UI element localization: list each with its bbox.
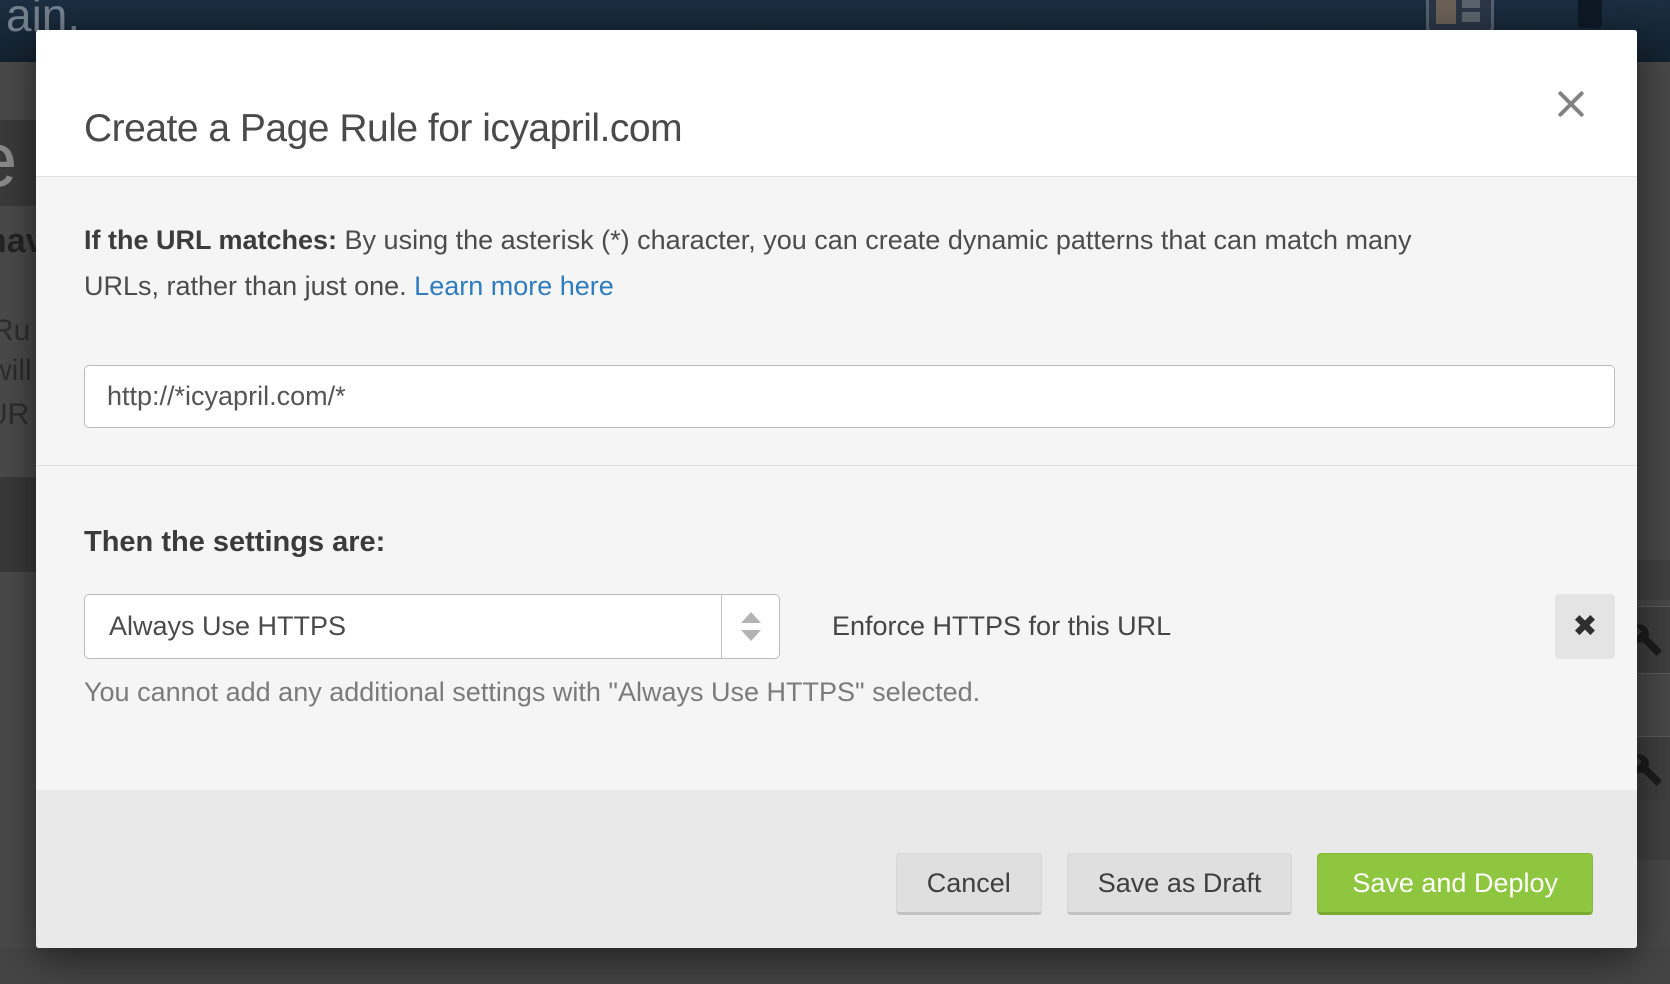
- background-text-fragment: Ru: [0, 314, 30, 348]
- modal-header: Create a Page Rule for icyapril.com: [36, 30, 1637, 177]
- wrench-icon: [1637, 623, 1663, 657]
- heavy-x-icon: ✖: [1572, 609, 1597, 644]
- close-icon[interactable]: [1553, 86, 1589, 122]
- screen: ain. e nav Ru will UR Create a Page: [0, 0, 1670, 984]
- url-match-description: If the URL matches: By using the asteris…: [36, 177, 1512, 309]
- save-and-deploy-button[interactable]: Save and Deploy: [1317, 853, 1593, 915]
- setting-row: Always Use HTTPS Enforce HTTPS for this …: [84, 594, 1615, 659]
- url-pattern-input[interactable]: [84, 365, 1615, 428]
- remove-setting-button[interactable]: ✖: [1555, 594, 1615, 659]
- background-right-strip: [1637, 62, 1670, 948]
- modal-body: If the URL matches: By using the asteris…: [36, 177, 1637, 708]
- save-as-draft-button[interactable]: Save as Draft: [1067, 853, 1293, 915]
- learn-more-link[interactable]: Learn more here: [414, 271, 614, 301]
- background-text-fragment: nav: [0, 222, 36, 261]
- cards-icon: [1426, 0, 1494, 34]
- url-match-label: If the URL matches:: [84, 225, 337, 255]
- wrench-icon: [1637, 753, 1663, 787]
- section-divider: [36, 465, 1637, 466]
- setting-select[interactable]: Always Use HTTPS: [84, 594, 780, 659]
- setting-helper-text: You cannot add any additional settings w…: [36, 659, 1637, 708]
- background-text-fragment: will: [0, 354, 32, 388]
- cancel-button[interactable]: Cancel: [896, 853, 1042, 915]
- background-edit-tile: [1637, 606, 1670, 674]
- setting-select-value: Always Use HTTPS: [85, 595, 721, 658]
- background-table-header: [0, 477, 36, 572]
- create-page-rule-modal: Create a Page Rule for icyapril.com If t…: [36, 30, 1637, 948]
- chevron-up-down-icon[interactable]: [721, 595, 779, 658]
- background-left-strip: e nav Ru will UR: [0, 62, 36, 948]
- modal-title: Create a Page Rule for icyapril.com: [84, 107, 682, 151]
- background-text-fragment: e: [0, 114, 17, 205]
- bar-icon: [1578, 0, 1602, 28]
- modal-footer: Cancel Save as Draft Save and Deploy: [36, 790, 1637, 948]
- settings-heading: Then the settings are:: [36, 474, 1637, 559]
- background-text-fragment: UR: [0, 398, 29, 432]
- background-edit-tile: [1637, 736, 1670, 804]
- setting-description: Enforce HTTPS for this URL: [832, 611, 1171, 642]
